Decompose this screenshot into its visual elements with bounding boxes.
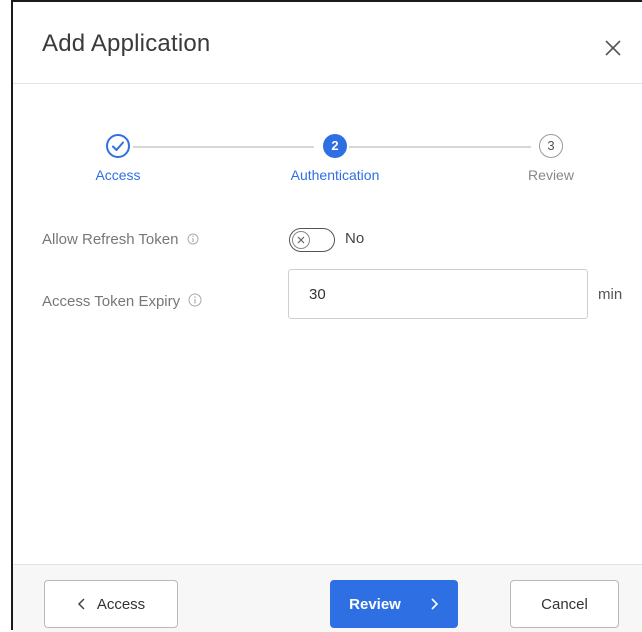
back-button-label: Access [96, 595, 146, 613]
token-expiry-input[interactable] [288, 269, 588, 319]
step-label-access[interactable]: Access [95, 167, 140, 183]
chevron-left-icon [77, 598, 85, 610]
refresh-token-label: Allow Refresh Token [42, 231, 179, 248]
step-connector-1 [133, 146, 314, 148]
stepper: Access 2 Authentication 3 Review [13, 84, 642, 194]
check-circle-icon[interactable] [106, 134, 130, 158]
step-label-authentication[interactable]: Authentication [291, 167, 380, 183]
token-expiry-label: Access Token Expiry [42, 293, 181, 310]
review-button[interactable]: Review [330, 580, 458, 628]
info-icon[interactable] [188, 293, 202, 311]
refresh-token-toggle[interactable] [289, 228, 335, 252]
step-number-3[interactable]: 3 [539, 134, 563, 158]
token-expiry-row-label: Access Token Expiry [42, 293, 202, 311]
close-icon[interactable] [600, 35, 626, 61]
toggle-knob [292, 230, 310, 249]
step-number-2[interactable]: 2 [323, 134, 347, 158]
review-button-label: Review [349, 595, 401, 613]
refresh-token-value: No [345, 230, 365, 247]
step-label-review[interactable]: Review [528, 167, 574, 183]
back-button[interactable]: Access [44, 580, 178, 628]
chevron-right-icon [431, 598, 438, 610]
dialog-title: Add Application [42, 30, 211, 57]
cancel-button-label: Cancel [541, 595, 588, 613]
step-connector-2 [349, 146, 531, 148]
info-icon[interactable] [187, 232, 199, 249]
dialog-footer: Access Review Cancel [13, 564, 642, 632]
cancel-button[interactable]: Cancel [510, 580, 619, 628]
dialog-header: Add Application [13, 2, 642, 84]
token-expiry-unit: min [598, 286, 623, 303]
add-application-dialog: Add Application Access 2 Authentication … [11, 0, 642, 632]
refresh-token-row-label: Allow Refresh Token [42, 231, 199, 249]
